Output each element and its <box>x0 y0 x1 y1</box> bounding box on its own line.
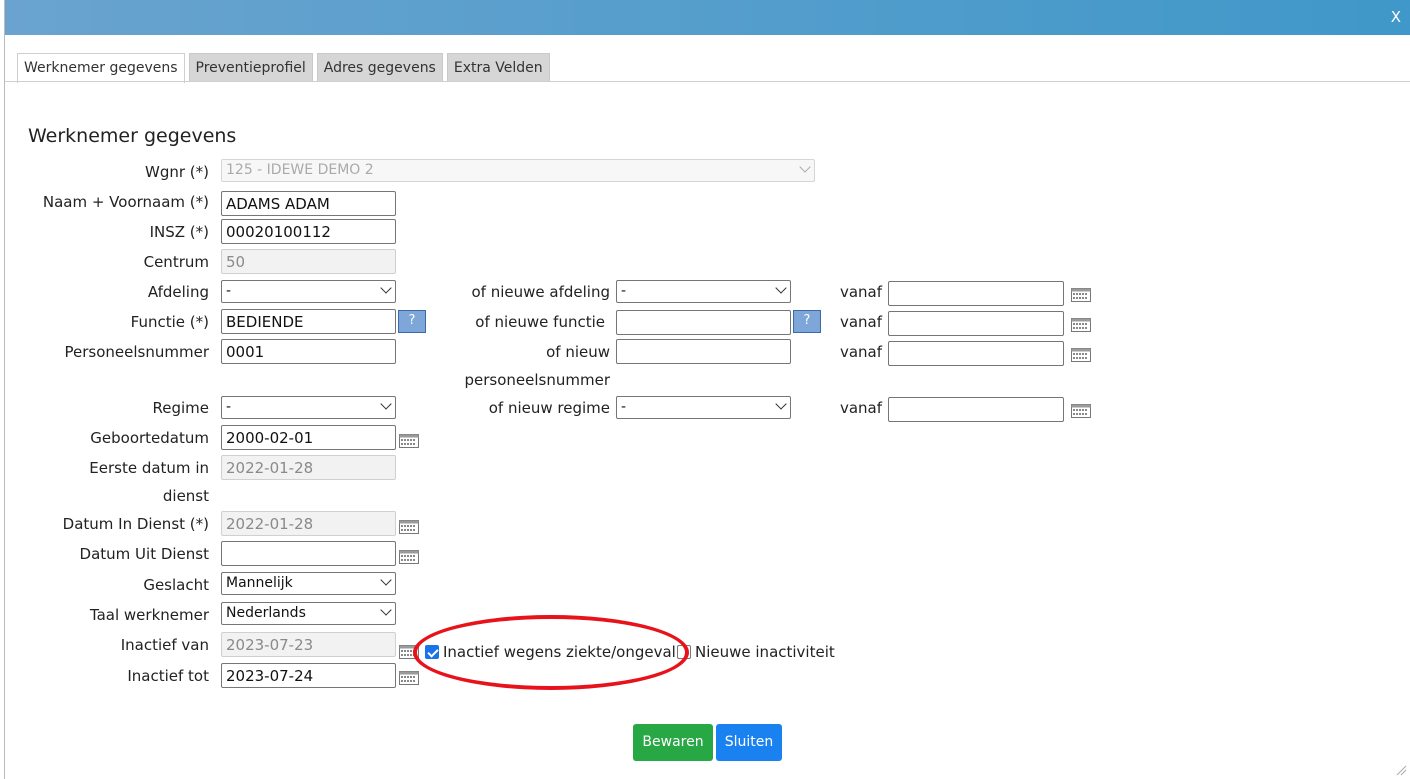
regime-vanaf-label: vanaf <box>839 399 882 417</box>
datum-uit-dienst-label: Datum Uit Dienst <box>79 545 209 563</box>
personeelsnummer-vanaf-label: vanaf <box>839 343 882 361</box>
nieuw-personeelsnummer-label-2: personeelsnummer <box>464 371 611 389</box>
geslacht-select[interactable]: Mannelijk <box>221 572 396 595</box>
nieuwe-afdeling-select[interactable]: - <box>616 280 791 303</box>
personeelsnummer-label: Personeelsnummer <box>64 343 209 361</box>
nieuwe-functie-help-button[interactable]: ? <box>793 310 821 333</box>
taal-label: Taal werknemer <box>89 606 209 624</box>
inactief-van-input <box>221 632 396 657</box>
calendar-icon[interactable] <box>1071 348 1091 362</box>
chevron-down-icon <box>380 604 392 616</box>
geboortedatum-label: Geboortedatum <box>90 429 209 447</box>
chevron-down-icon <box>775 282 787 294</box>
inactief-tot-input[interactable] <box>221 663 396 688</box>
calendar-icon[interactable] <box>399 645 419 659</box>
eerste-datum-label-2: dienst <box>162 487 209 505</box>
calendar-icon[interactable] <box>399 550 419 564</box>
title-bar[interactable]: X <box>5 0 1410 35</box>
afdeling-value: - <box>226 283 232 299</box>
calendar-icon[interactable] <box>399 434 419 448</box>
save-button[interactable]: Bewaren <box>633 724 713 761</box>
nieuw-personeelsnummer-input[interactable] <box>616 339 791 364</box>
close-icon[interactable]: X <box>1391 8 1401 26</box>
afdeling-vanaf-input[interactable] <box>888 281 1064 306</box>
personeelsnummer-input[interactable] <box>221 339 396 364</box>
geslacht-value: Mannelijk <box>226 575 293 591</box>
inactief-ziekte-label: Inactief wegens ziekte/ongeval <box>443 643 676 661</box>
calendar-icon[interactable] <box>1071 288 1091 302</box>
taal-value: Nederlands <box>226 605 306 621</box>
nieuwe-afdeling-value: - <box>621 283 627 299</box>
regime-value: - <box>226 399 232 415</box>
tab-adres-gegevens[interactable]: Adres gegevens <box>316 53 443 82</box>
eerste-datum-input <box>221 455 396 480</box>
nieuw-regime-label: of nieuw regime <box>488 399 610 417</box>
close-button[interactable]: Sluiten <box>716 724 782 761</box>
functie-label: Functie (*) <box>130 313 209 331</box>
nieuw-regime-select[interactable]: - <box>616 396 791 419</box>
functie-vanaf-input[interactable] <box>888 311 1064 336</box>
nieuwe-afdeling-label: of nieuwe afdeling <box>471 283 611 301</box>
geboortedatum-input[interactable] <box>221 425 396 450</box>
regime-vanaf-input[interactable] <box>888 397 1064 422</box>
tab-werknemer-gegevens[interactable]: Werknemer gegevens <box>17 53 185 83</box>
nieuwe-functie-input[interactable] <box>616 310 791 335</box>
inactief-ziekte-checkbox[interactable] <box>425 645 439 659</box>
insz-label: INSZ (*) <box>149 223 209 241</box>
centrum-input <box>221 249 396 274</box>
personeelsnummer-vanaf-input[interactable] <box>888 341 1064 366</box>
taal-select[interactable]: Nederlands <box>221 602 396 625</box>
naam-label: Naam + Voornaam (*) <box>42 193 209 211</box>
dialog-window: X Werknemer gegevens Preventieprofiel Ad… <box>4 0 1410 779</box>
insz-input[interactable] <box>221 219 396 244</box>
chevron-down-icon <box>775 398 787 410</box>
datum-uit-dienst-input[interactable] <box>221 541 396 566</box>
afdeling-vanaf-label: vanaf <box>839 283 882 301</box>
calendar-icon[interactable] <box>399 671 419 685</box>
calendar-icon[interactable] <box>1071 318 1091 332</box>
functie-input[interactable] <box>221 309 396 334</box>
wgnr-label: Wgnr (*) <box>145 163 209 181</box>
tab-bar: Werknemer gegevens Preventieprofiel Adre… <box>17 53 554 83</box>
functie-help-button[interactable]: ? <box>398 310 426 333</box>
wgnr-select: 125 - IDEWE DEMO 2 <box>221 159 815 182</box>
chevron-down-icon <box>380 398 392 410</box>
inactief-tot-label: Inactief tot <box>127 667 209 685</box>
tab-preventieprofiel[interactable]: Preventieprofiel <box>188 53 313 82</box>
nieuw-personeelsnummer-label-1: of nieuw <box>546 343 610 361</box>
resize-handle-icon[interactable] <box>1395 764 1407 776</box>
chevron-down-icon <box>380 282 392 294</box>
datum-in-dienst-input <box>221 511 396 536</box>
nieuwe-inactiviteit-checkbox[interactable] <box>677 645 691 659</box>
tab-divider <box>5 81 1410 82</box>
functie-vanaf-label: vanaf <box>839 313 882 331</box>
afdeling-select[interactable]: - <box>221 280 396 303</box>
section-heading: Werknemer gegevens <box>28 125 237 147</box>
geslacht-label: Geslacht <box>143 576 209 594</box>
nieuwe-functie-label: of nieuwe functie <box>475 313 605 331</box>
wgnr-value: 125 - IDEWE DEMO 2 <box>226 162 374 178</box>
chevron-down-icon <box>799 161 811 173</box>
datum-in-dienst-label: Datum In Dienst (*) <box>62 515 209 533</box>
regime-label: Regime <box>152 399 209 417</box>
regime-select[interactable]: - <box>221 396 396 419</box>
inactief-van-label: Inactief van <box>120 636 209 654</box>
chevron-down-icon <box>380 574 392 586</box>
nieuwe-inactiviteit-label: Nieuwe inactiviteit <box>695 643 835 661</box>
calendar-icon[interactable] <box>399 520 419 534</box>
eerste-datum-label-1: Eerste datum in <box>89 459 209 477</box>
tab-extra-velden[interactable]: Extra Velden <box>446 53 550 82</box>
calendar-icon[interactable] <box>1071 404 1091 418</box>
naam-input[interactable] <box>221 191 396 216</box>
afdeling-label: Afdeling <box>147 283 209 301</box>
nieuw-regime-value: - <box>621 399 627 415</box>
centrum-label: Centrum <box>143 253 209 271</box>
